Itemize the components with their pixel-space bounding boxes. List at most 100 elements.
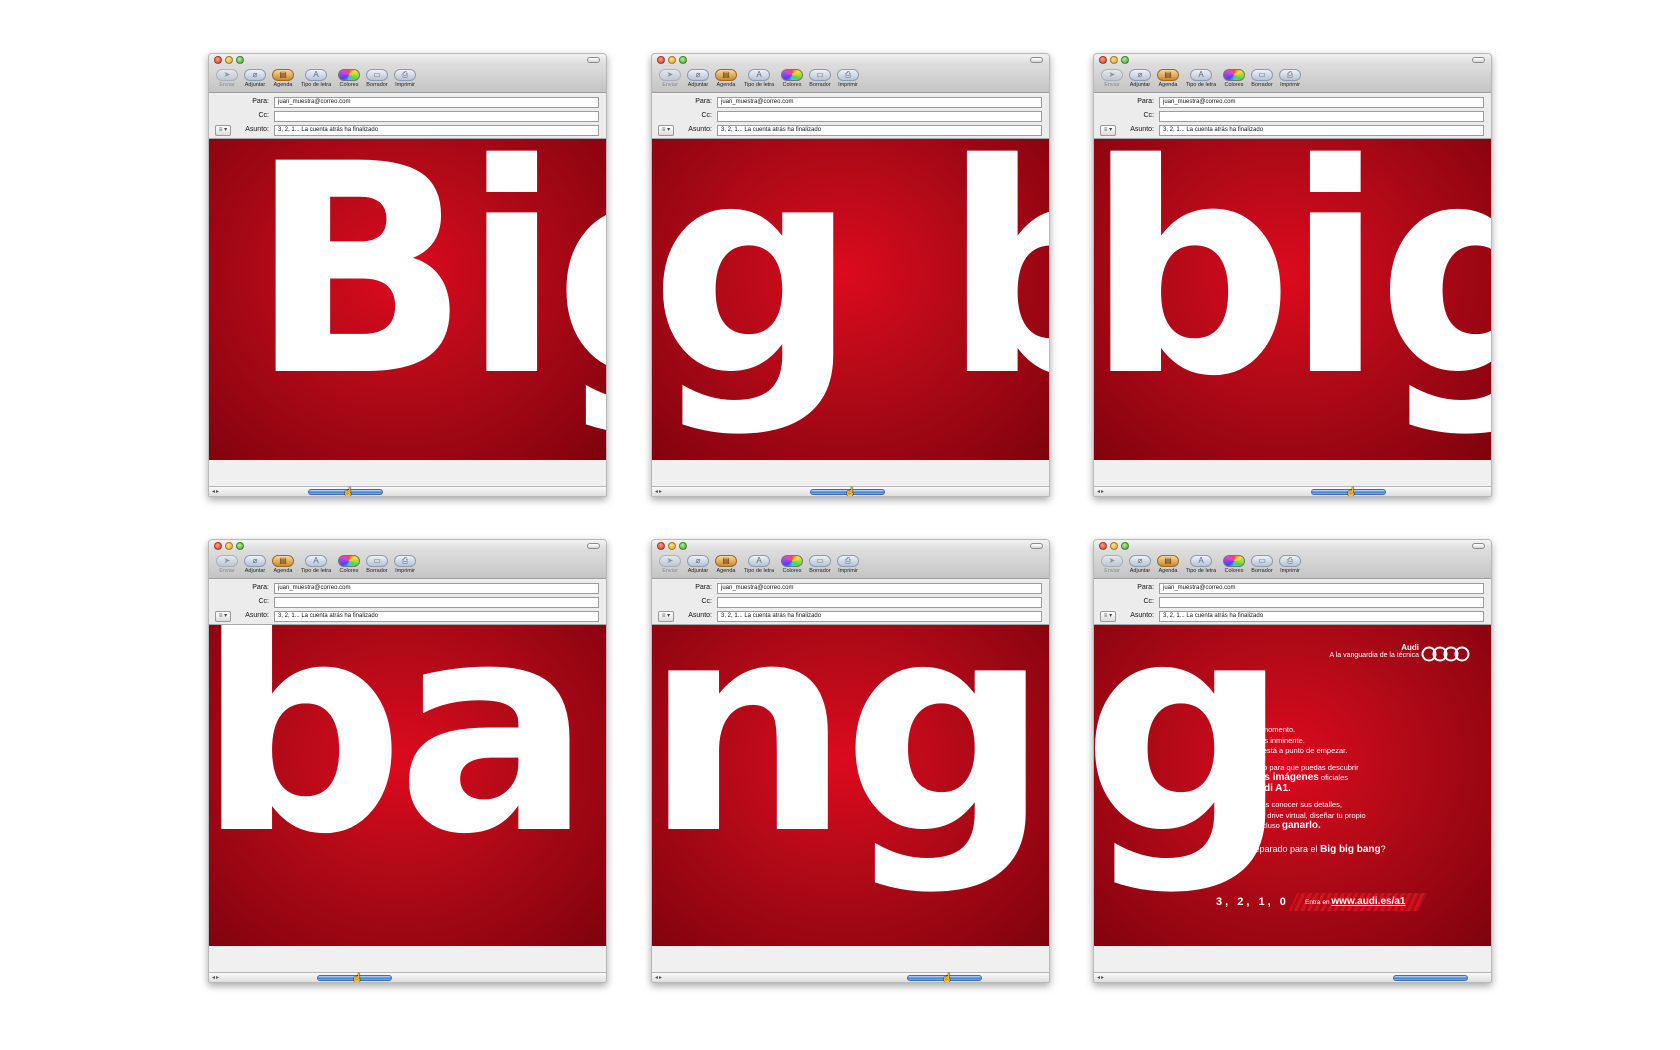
- agenda-button[interactable]: ▤ Agenda: [269, 552, 297, 579]
- print-button[interactable]: ⎙ Imprimir: [391, 66, 419, 93]
- cc-field[interactable]: [717, 111, 1042, 122]
- minimize-icon[interactable]: [1110, 542, 1118, 550]
- horizontal-scrollbar[interactable]: ◂▸ ☝: [209, 486, 606, 496]
- cc-field[interactable]: [1159, 597, 1484, 608]
- zoom-icon[interactable]: [679, 56, 687, 64]
- cc-field[interactable]: [274, 597, 599, 608]
- agenda-button[interactable]: ▤ Agenda: [712, 552, 740, 579]
- colors-button[interactable]: Colores: [778, 552, 806, 579]
- print-button[interactable]: ⎙ Imprimir: [1276, 552, 1304, 579]
- minimize-icon[interactable]: [668, 542, 676, 550]
- save-draft-button[interactable]: ▭ Borrador: [1248, 66, 1276, 93]
- fonts-button[interactable]: A Tipo de letra: [740, 66, 778, 93]
- print-button[interactable]: ⎙ Imprimir: [834, 552, 862, 579]
- cta-url[interactable]: www.audi.es/a1: [1331, 896, 1405, 907]
- zoom-icon[interactable]: [236, 56, 244, 64]
- send-button[interactable]: ➤ Enviar: [213, 552, 241, 579]
- subject-field[interactable]: 3, 2, 1... La cuenta atrás ha finalizado: [274, 125, 599, 136]
- fonts-button[interactable]: A Tipo de letra: [1182, 552, 1220, 579]
- send-button[interactable]: ➤ Enviar: [656, 66, 684, 93]
- print-button[interactable]: ⎙ Imprimir: [391, 552, 419, 579]
- close-icon[interactable]: [1099, 56, 1107, 64]
- toolbar-toggle-icon[interactable]: [587, 543, 600, 549]
- send-button[interactable]: ➤ Enviar: [656, 552, 684, 579]
- fonts-button[interactable]: A Tipo de letra: [297, 66, 335, 93]
- to-field[interactable]: juan_muestra@correo.com: [717, 97, 1042, 108]
- attach-button[interactable]: ⌀ Adjuntar: [1126, 552, 1154, 579]
- print-button[interactable]: ⎙ Imprimir: [1276, 66, 1304, 93]
- send-button[interactable]: ➤ Enviar: [1098, 552, 1126, 579]
- colors-button[interactable]: Colores: [335, 66, 363, 93]
- horizontal-scrollbar[interactable]: ◂▸ ☝: [652, 486, 1049, 496]
- minimize-icon[interactable]: [225, 542, 233, 550]
- close-icon[interactable]: [657, 56, 665, 64]
- send-button[interactable]: ➤ Enviar: [1098, 66, 1126, 93]
- attach-button[interactable]: ⌀ Adjuntar: [684, 552, 712, 579]
- title-bar[interactable]: [209, 54, 606, 66]
- horizontal-scrollbar[interactable]: ◂▸: [1094, 972, 1491, 982]
- toolbar-toggle-icon[interactable]: [1030, 57, 1043, 63]
- attach-button[interactable]: ⌀ Adjuntar: [1126, 66, 1154, 93]
- minimize-icon[interactable]: [668, 56, 676, 64]
- subject-field[interactable]: 3, 2, 1... La cuenta atrás ha finalizado: [717, 611, 1042, 622]
- account-menu-icon[interactable]: ≡ ▾: [1100, 611, 1116, 622]
- title-bar[interactable]: [652, 54, 1049, 66]
- colors-button[interactable]: Colores: [335, 552, 363, 579]
- attach-button[interactable]: ⌀ Adjuntar: [241, 66, 269, 93]
- scroll-arrows-icon[interactable]: ◂▸: [1097, 974, 1105, 981]
- cc-field[interactable]: [717, 597, 1042, 608]
- subject-field[interactable]: 3, 2, 1... La cuenta atrás ha finalizado: [1159, 611, 1484, 622]
- fonts-button[interactable]: A Tipo de letra: [740, 552, 778, 579]
- close-icon[interactable]: [1099, 542, 1107, 550]
- subject-field[interactable]: 3, 2, 1... La cuenta atrás ha finalizado: [274, 611, 599, 622]
- attach-button[interactable]: ⌀ Adjuntar: [241, 552, 269, 579]
- scroll-thumb[interactable]: [1393, 975, 1469, 981]
- scroll-arrows-icon[interactable]: ◂▸: [212, 974, 220, 981]
- close-icon[interactable]: [657, 542, 665, 550]
- account-menu-icon[interactable]: ≡ ▾: [658, 611, 674, 622]
- zoom-icon[interactable]: [679, 542, 687, 550]
- zoom-icon[interactable]: [236, 542, 244, 550]
- agenda-button[interactable]: ▤ Agenda: [1154, 66, 1182, 93]
- agenda-button[interactable]: ▤ Agenda: [712, 66, 740, 93]
- save-draft-button[interactable]: ▭ Borrador: [363, 66, 391, 93]
- subject-field[interactable]: 3, 2, 1... La cuenta atrás ha finalizado: [1159, 125, 1484, 136]
- to-field[interactable]: juan_muestra@correo.com: [1159, 583, 1484, 594]
- attach-button[interactable]: ⌀ Adjuntar: [684, 66, 712, 93]
- toolbar-toggle-icon[interactable]: [587, 57, 600, 63]
- save-draft-button[interactable]: ▭ Borrador: [363, 552, 391, 579]
- agenda-button[interactable]: ▤ Agenda: [1154, 552, 1182, 579]
- fonts-button[interactable]: A Tipo de letra: [1182, 66, 1220, 93]
- cc-field[interactable]: [274, 111, 599, 122]
- scroll-arrows-icon[interactable]: ◂▸: [655, 488, 663, 495]
- title-bar[interactable]: [1094, 54, 1491, 66]
- scroll-arrows-icon[interactable]: ◂▸: [1097, 488, 1105, 495]
- colors-button[interactable]: Colores: [778, 66, 806, 93]
- horizontal-scrollbar[interactable]: ◂▸ ☝: [652, 972, 1049, 982]
- account-menu-icon[interactable]: ≡ ▾: [1100, 125, 1116, 136]
- fonts-button[interactable]: A Tipo de letra: [297, 552, 335, 579]
- close-icon[interactable]: [214, 56, 222, 64]
- to-field[interactable]: juan_muestra@correo.com: [717, 583, 1042, 594]
- to-field[interactable]: juan_muestra@correo.com: [274, 583, 599, 594]
- toolbar-toggle-icon[interactable]: [1030, 543, 1043, 549]
- horizontal-scrollbar[interactable]: ◂▸ ☝: [209, 972, 606, 982]
- horizontal-scrollbar[interactable]: ◂▸ ☝: [1094, 486, 1491, 496]
- scroll-arrows-icon[interactable]: ◂▸: [655, 974, 663, 981]
- colors-button[interactable]: Colores: [1220, 66, 1248, 93]
- title-bar[interactable]: [1094, 540, 1491, 552]
- save-draft-button[interactable]: ▭ Borrador: [1248, 552, 1276, 579]
- account-menu-icon[interactable]: ≡ ▾: [215, 125, 231, 136]
- close-icon[interactable]: [214, 542, 222, 550]
- colors-button[interactable]: Colores: [1220, 552, 1248, 579]
- minimize-icon[interactable]: [225, 56, 233, 64]
- zoom-icon[interactable]: [1121, 542, 1129, 550]
- to-field[interactable]: juan_muestra@correo.com: [274, 97, 599, 108]
- toolbar-toggle-icon[interactable]: [1472, 57, 1485, 63]
- cc-field[interactable]: [1159, 111, 1484, 122]
- scroll-arrows-icon[interactable]: ◂▸: [212, 488, 220, 495]
- save-draft-button[interactable]: ▭ Borrador: [806, 66, 834, 93]
- subject-field[interactable]: 3, 2, 1... La cuenta atrás ha finalizado: [717, 125, 1042, 136]
- send-button[interactable]: ➤ Enviar: [213, 66, 241, 93]
- title-bar[interactable]: [209, 540, 606, 552]
